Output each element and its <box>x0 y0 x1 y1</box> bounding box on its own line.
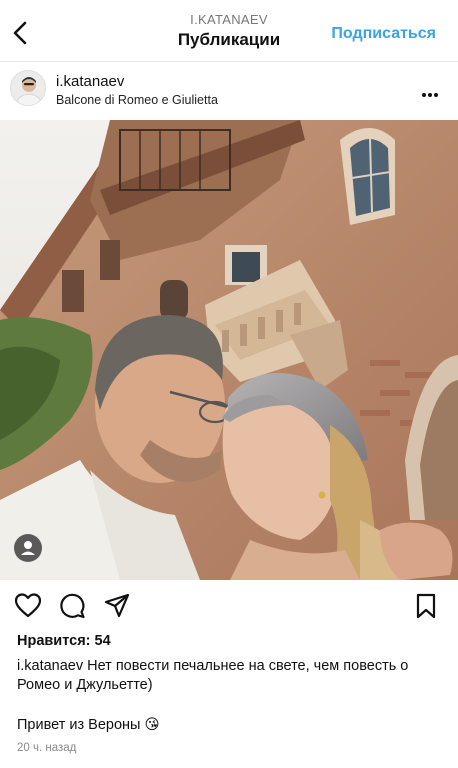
top-bar: I.KATANAEV Публикации Подписаться <box>0 0 458 62</box>
likes-count[interactable]: Нравится: 54 <box>17 633 111 649</box>
comment-icon[interactable] <box>58 592 86 620</box>
post-time: 20 ч. назад <box>17 742 77 754</box>
more-options-icon[interactable] <box>422 84 444 97</box>
top-titles: I.KATANAEV Публикации <box>120 12 338 50</box>
post-actions <box>0 590 458 622</box>
avatar[interactable] <box>10 70 46 106</box>
back-icon[interactable] <box>10 20 32 46</box>
post-username[interactable]: i.katanaev <box>56 73 124 90</box>
post-location[interactable]: Balcone di Romeo e Giulietta <box>56 93 218 107</box>
bookmark-icon[interactable] <box>412 592 440 620</box>
user-tag-icon[interactable] <box>14 534 42 562</box>
caption-line-2: Привет из Вероны 😘 <box>17 717 160 733</box>
post-caption: i.katanaev Нет повести печальнее на свете… <box>17 657 437 695</box>
page-title: Публикации <box>177 30 281 49</box>
post-photo[interactable] <box>0 120 458 580</box>
post-header: i.katanaev Balcone di Romeo e Giulietta <box>0 62 458 120</box>
heart-icon[interactable] <box>14 592 42 620</box>
account-name: I.KATANAEV <box>190 12 268 27</box>
send-icon[interactable] <box>103 592 131 620</box>
caption-username[interactable]: i.katanaev <box>17 658 83 674</box>
follow-button[interactable]: Подписаться <box>331 25 436 43</box>
